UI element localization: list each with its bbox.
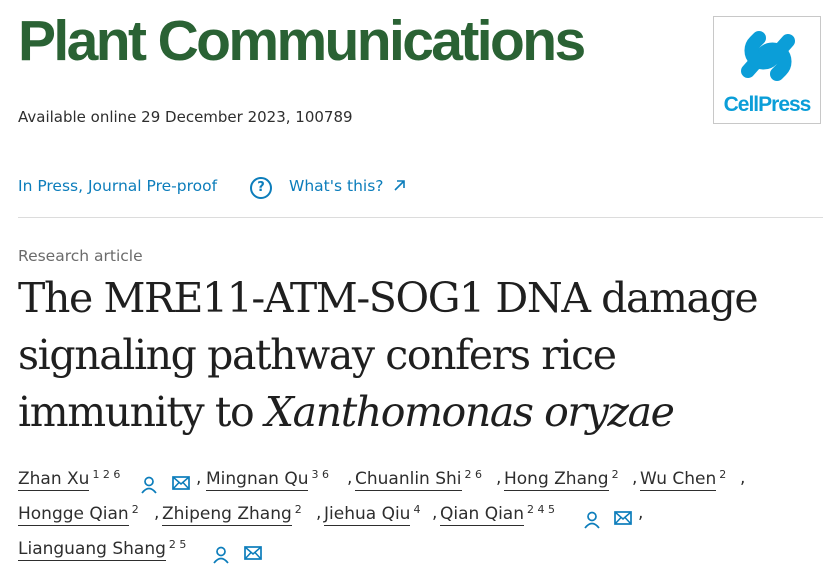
author-affiliations: 2 6 [464,468,483,481]
author-name: Mingnan Qu [206,469,309,491]
envelope-icon[interactable] [614,511,632,525]
author-affiliations: 2 4 5 [527,503,555,516]
envelope-icon[interactable] [244,546,262,560]
separator: , [638,503,644,523]
divider [18,217,823,218]
status-label: In Press, Journal Pre-proof [18,177,218,195]
author-link[interactable]: Hong Zhang 2 [504,468,619,491]
author-name: Zhan Xu [18,469,90,491]
separator: , [316,503,322,523]
author-affiliations: 2 [611,468,619,481]
author-list: Zhan Xu 1 2 6 , Mingnan Qu 3 6 , Chuanlin … [18,468,833,573]
whats-this-label: What's this? [289,177,384,195]
author-link[interactable]: Zhan Xu 1 2 6 [18,468,121,491]
cellpress-wordmark: CellPress [723,93,812,116]
separator: , [196,468,202,488]
article-type: Research article [18,247,143,265]
author-link[interactable]: Lianguang Shang 2 5 [18,538,187,561]
author-affiliations: 2 [294,503,302,516]
title-italic-species: Xanthomonas oryzae [264,388,675,436]
author-link[interactable]: Wu Chen 2 [640,468,727,491]
author-affiliations: 2 5 [168,538,187,551]
author-link[interactable]: Qian Qian 2 4 5 [440,503,555,526]
article-title: The MRE11-ATM-SOG1 DNA damage signaling … [18,270,818,441]
author-link[interactable]: Mingnan Qu 3 6 [206,468,329,491]
cellpress-logo[interactable]: CellPress [713,16,821,124]
separator: , [347,468,353,488]
separator: , [740,468,746,488]
author-line-2: Hongge Qian 2 , Zhipeng Zhang 2 , Jiehua Q… [18,503,833,538]
author-line-1: Zhan Xu 1 2 6 , Mingnan Qu 3 6 , Chuanlin … [18,468,833,503]
journal-title[interactable]: Plant Communications [18,6,586,76]
cellpress-logo-mark [741,31,795,81]
author-name: Qian Qian [440,504,524,526]
author-name: Lianguang Shang [18,539,166,561]
author-name: Wu Chen [640,469,717,491]
author-affiliations: 2 [131,503,139,516]
external-link-arrow-icon [394,180,406,191]
separator: , [496,468,502,488]
author-name: Hongge Qian [18,504,129,526]
person-icon[interactable] [140,476,158,494]
author-name: Chuanlin Shi [355,469,462,491]
title-line-3: immunity to Xanthomonas oryzae [18,384,818,441]
author-affiliations: 2 [719,468,727,481]
author-link[interactable]: Jiehua Qiu 4 [324,503,421,526]
whats-this-link[interactable]: What's this? [289,177,406,195]
title-line-2: signaling pathway confers rice [18,331,617,379]
author-affiliations: 4 [413,503,421,516]
author-link[interactable]: Hongge Qian 2 [18,503,139,526]
author-name: Hong Zhang [504,469,609,491]
separator: , [632,468,638,488]
question-circle-icon[interactable]: ? [250,177,272,199]
author-line-3: Lianguang Shang 2 5 [18,538,833,573]
title-plain: immunity to [18,388,265,436]
person-icon[interactable] [583,511,601,529]
author-affiliations: 3 6 [311,468,329,481]
envelope-icon[interactable] [172,476,190,490]
publication-date: Available online 29 December 2023, 10078… [18,108,353,126]
separator: , [432,503,438,523]
person-icon[interactable] [212,546,230,564]
title-line-1: The MRE11-ATM-SOG1 DNA damage [18,274,759,322]
author-name: Jiehua Qiu [324,504,411,526]
author-link[interactable]: Chuanlin Shi 2 6 [355,468,483,491]
author-name: Zhipeng Zhang [162,504,292,526]
separator: , [154,503,160,523]
author-affiliations: 1 2 6 [92,468,121,481]
author-link[interactable]: Zhipeng Zhang 2 [162,503,302,526]
